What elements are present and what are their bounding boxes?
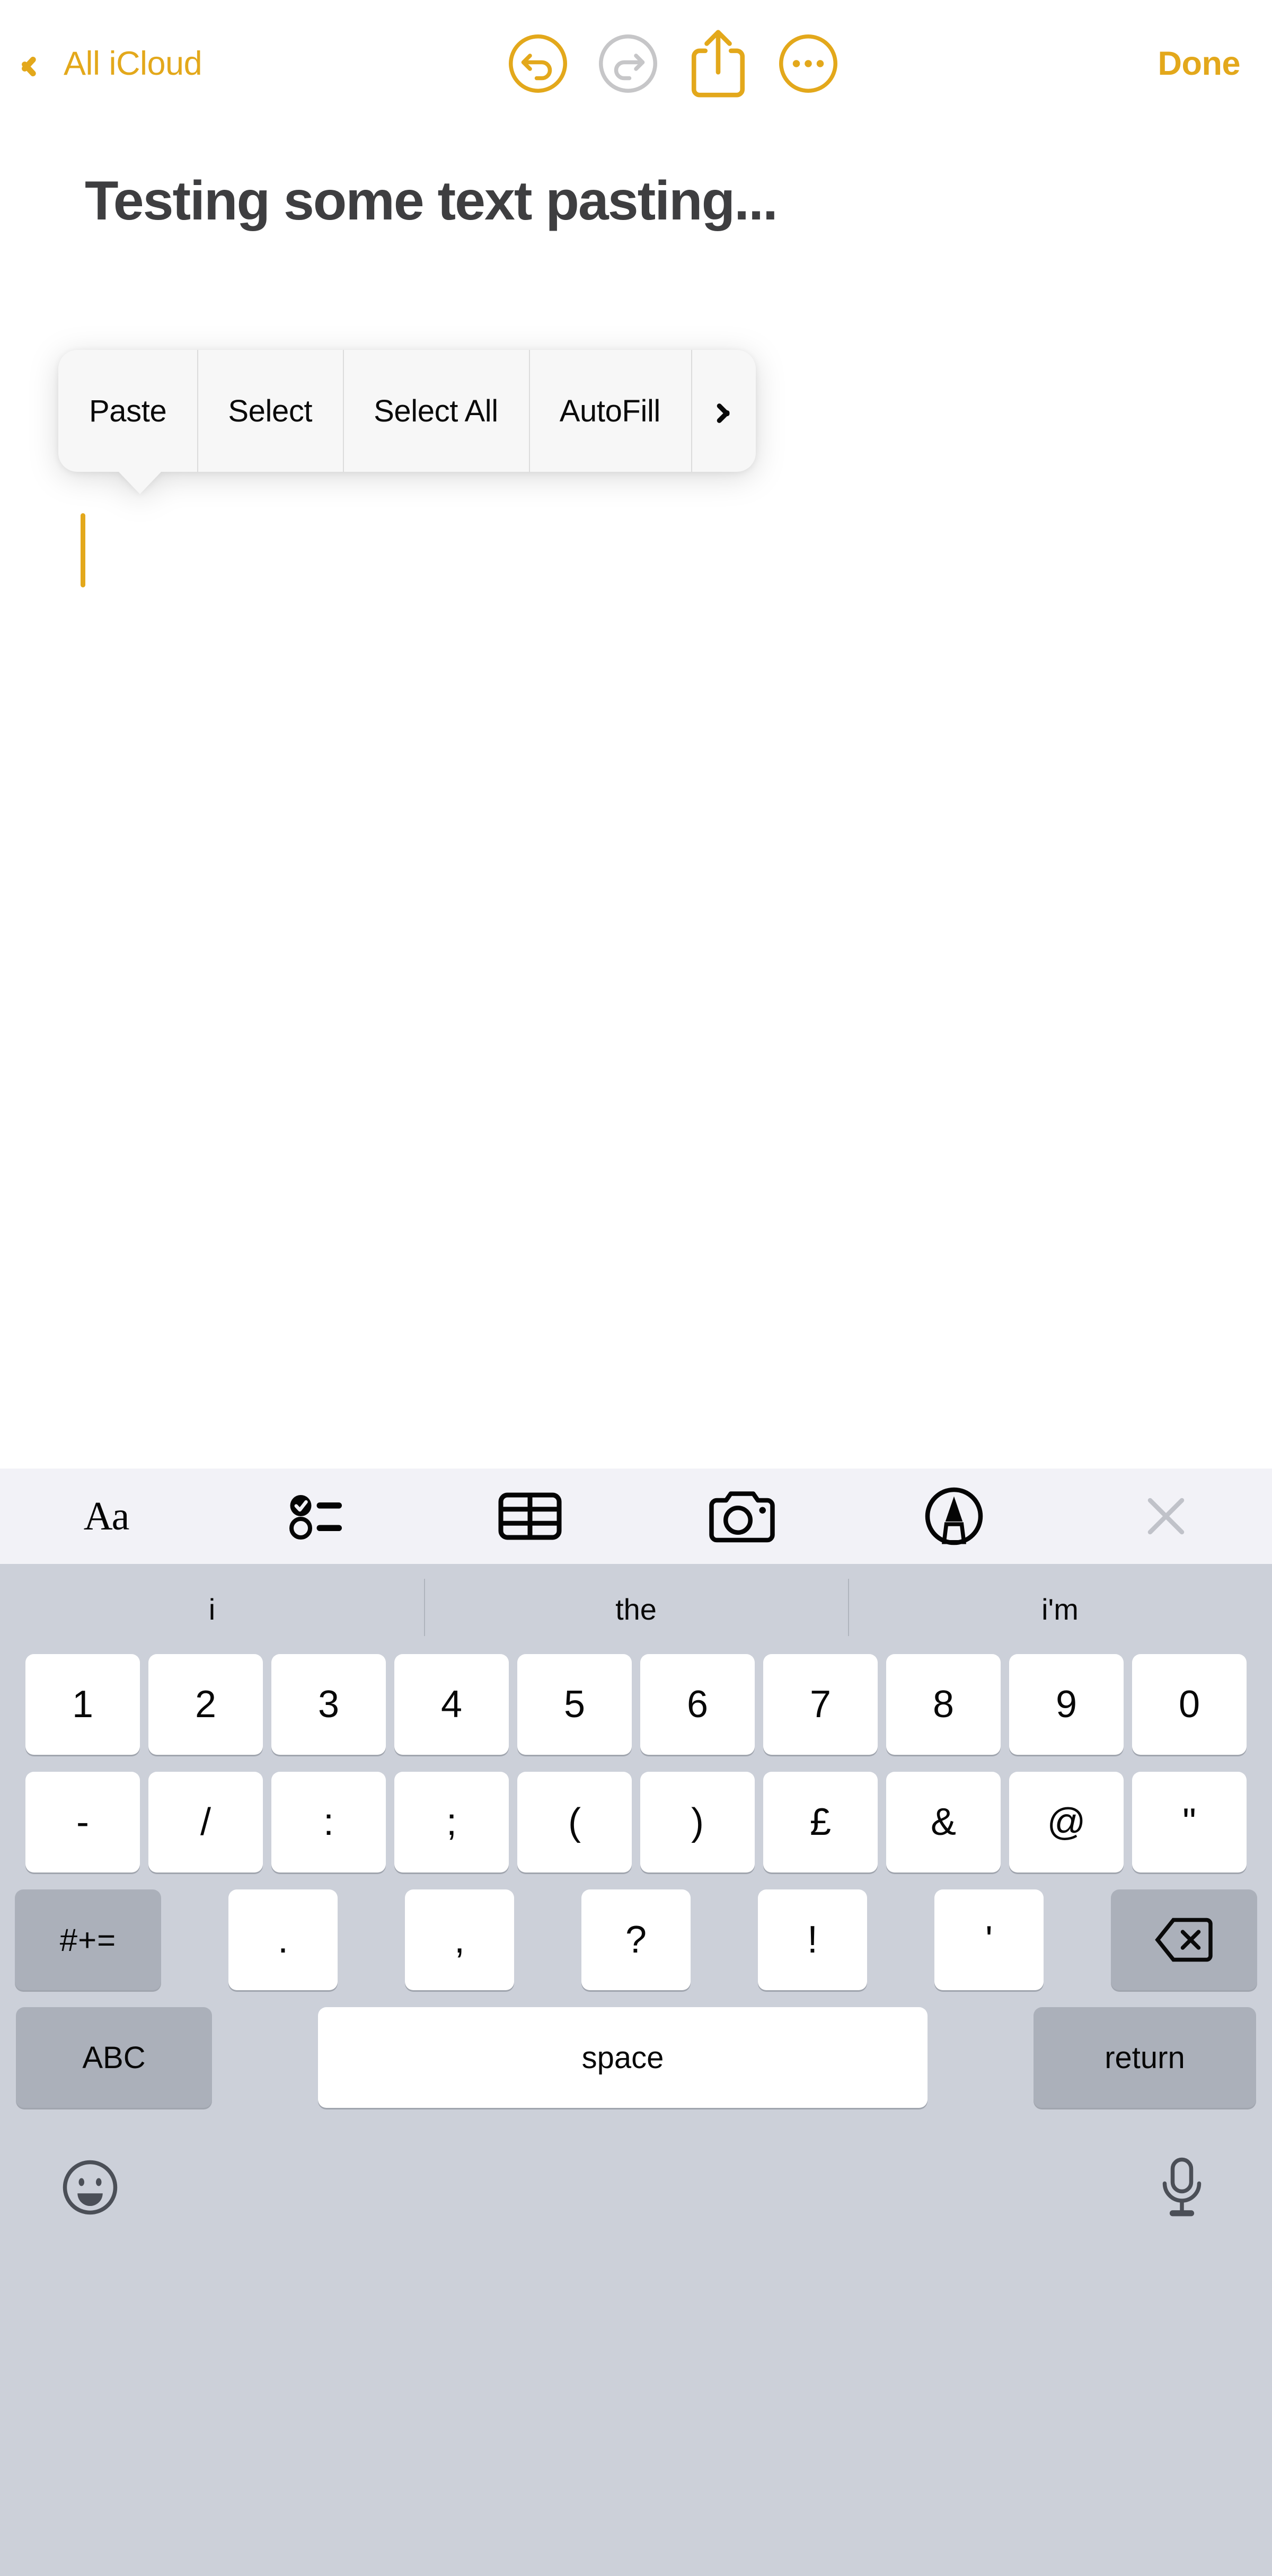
camera-button[interactable] [636, 1469, 848, 1564]
context-menu-select-all[interactable]: Select All [343, 350, 529, 472]
checklist-icon [286, 1484, 350, 1548]
camera-icon [707, 1484, 777, 1548]
redo-circle-icon [596, 32, 660, 95]
key-5[interactable]: 5 [517, 1654, 632, 1755]
keyboard-row-numbers: 1 2 3 4 5 6 7 8 9 0 [0, 1654, 1272, 1755]
undo-button[interactable] [493, 19, 583, 109]
context-menu-select[interactable]: Select [197, 350, 343, 472]
context-menu-pointer [118, 471, 162, 494]
prediction-1[interactable]: i [0, 1564, 424, 1654]
key-8[interactable]: 8 [886, 1654, 1001, 1755]
prediction-3[interactable]: i'm [848, 1564, 1272, 1654]
navigation-bar: All iCloud Done [0, 0, 1272, 127]
emoji-button[interactable] [48, 2145, 132, 2230]
share-icon [686, 27, 750, 101]
format-button[interactable]: Aa [0, 1469, 212, 1564]
done-button[interactable]: Done [1158, 0, 1241, 127]
more-button[interactable] [763, 19, 853, 109]
dictation-button[interactable] [1140, 2145, 1224, 2230]
key-backspace[interactable] [1111, 1889, 1257, 1990]
key-0[interactable]: 0 [1132, 1654, 1247, 1755]
markup-pen-icon [922, 1484, 986, 1548]
key-9[interactable]: 9 [1009, 1654, 1124, 1755]
notes-format-toolbar: Aa [0, 1469, 1272, 1564]
key-paren-open[interactable]: ( [517, 1772, 632, 1872]
key-return[interactable]: return [1034, 2007, 1256, 2108]
emoji-smiley-icon [61, 2158, 119, 2217]
notes-app-screen: All iCloud Done Testing some text pastin… [0, 0, 1272, 2576]
key-ampersand[interactable]: & [886, 1772, 1001, 1872]
key-hyphen[interactable]: - [25, 1772, 140, 1872]
key-exclamation[interactable]: ! [758, 1889, 867, 1990]
key-at[interactable]: @ [1009, 1772, 1124, 1872]
key-4[interactable]: 4 [394, 1654, 509, 1755]
key-comma[interactable]: , [405, 1889, 514, 1990]
text-edit-context-menu: Paste Select Select All AutoFill [58, 350, 756, 494]
key-abc[interactable]: ABC [16, 2007, 212, 2108]
note-title: Testing some text pasting... [85, 170, 778, 232]
text-format-icon: Aa [83, 1493, 130, 1538]
undo-circle-icon [506, 32, 570, 95]
key-paren-close[interactable]: ) [640, 1772, 755, 1872]
key-3[interactable]: 3 [271, 1654, 386, 1755]
redo-button[interactable] [583, 19, 673, 109]
key-quote[interactable]: " [1132, 1772, 1247, 1872]
key-pound[interactable]: £ [763, 1772, 878, 1872]
chevron-left-icon [33, 47, 51, 80]
text-caret [81, 513, 85, 587]
chevron-right-icon [717, 398, 730, 424]
keyboard-row-bottom: ABC space return [0, 2007, 1272, 2108]
context-menu-autofill[interactable]: AutoFill [528, 350, 691, 472]
key-slash[interactable]: / [148, 1772, 263, 1872]
back-to-all-icloud-button[interactable]: All iCloud [33, 45, 202, 83]
predictive-text-bar: i the i'm [0, 1564, 1272, 1654]
close-keyboard-button[interactable] [1060, 1469, 1272, 1564]
key-1[interactable]: 1 [25, 1654, 140, 1755]
ellipsis-circle-icon [776, 32, 840, 95]
close-x-icon [1134, 1484, 1198, 1548]
microphone-icon [1155, 2156, 1208, 2219]
key-apostrophe[interactable]: ' [934, 1889, 1044, 1990]
key-colon[interactable]: : [271, 1772, 386, 1872]
back-button-label: All iCloud [64, 45, 202, 82]
key-2[interactable]: 2 [148, 1654, 263, 1755]
keyboard-bottom-bar [0, 2108, 1272, 2267]
markup-button[interactable] [848, 1469, 1060, 1564]
key-7[interactable]: 7 [763, 1654, 878, 1755]
keyboard-row-symbols: - / : ; ( ) £ & @ " [0, 1772, 1272, 1872]
key-6[interactable]: 6 [640, 1654, 755, 1755]
prediction-2[interactable]: the [424, 1564, 848, 1654]
keyboard-row-punctuation: #+= . , ? ! ' [0, 1889, 1272, 1990]
backspace-icon [1155, 1917, 1213, 1963]
note-body-text-area[interactable] [0, 498, 1272, 1469]
navbar-actions [493, 0, 853, 127]
key-period[interactable]: . [228, 1889, 338, 1990]
checklist-button[interactable] [212, 1469, 424, 1564]
key-space[interactable]: space [318, 2007, 928, 2108]
context-menu-more-button[interactable] [691, 350, 756, 472]
key-semicolon[interactable]: ; [394, 1772, 509, 1872]
key-more-symbols[interactable]: #+= [15, 1889, 161, 1990]
table-button[interactable] [424, 1469, 636, 1564]
table-icon [496, 1484, 564, 1548]
share-button[interactable] [673, 19, 763, 109]
key-question[interactable]: ? [581, 1889, 691, 1990]
software-keyboard: i the i'm 1 2 3 4 5 6 7 8 9 0 - / : ; ( … [0, 1564, 1272, 2576]
context-menu-paste[interactable]: Paste [58, 350, 197, 472]
